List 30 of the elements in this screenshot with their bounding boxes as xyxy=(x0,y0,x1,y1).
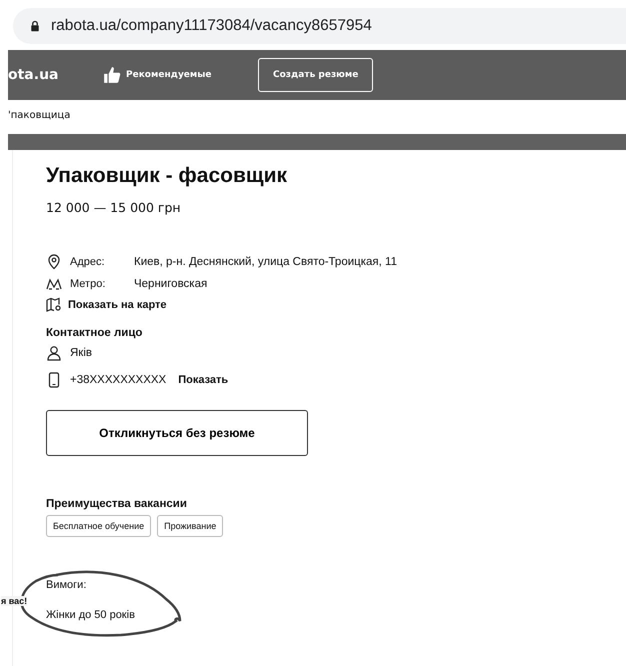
url-text: rabota.ua/company11173084/vacancy8657954 xyxy=(51,17,372,35)
side-note-text: я вас! xyxy=(1,596,28,606)
detail-value: Черниговская xyxy=(134,278,208,290)
detail-value: Киев, р-н. Деснянский, улица Свято-Троицкая, 11 xyxy=(134,256,397,268)
create-resume-button[interactable]: Создать резюме xyxy=(258,58,374,92)
benefits-heading: Преимущества вакансии xyxy=(46,498,188,510)
vacancy-title: Упаковщик - фасовщик xyxy=(46,164,288,188)
location-pin-icon xyxy=(46,254,62,270)
site-logo[interactable]: ota.ua xyxy=(8,67,103,83)
show-phone-link[interactable]: Показать xyxy=(178,374,228,386)
breadcrumb-link[interactable]: 'паковщица xyxy=(8,106,626,126)
lock-icon xyxy=(29,19,41,33)
phone-number: +38XXXXXXXXXX xyxy=(70,374,166,386)
benefit-tag: Проживание xyxy=(157,515,224,537)
person-icon xyxy=(46,344,62,360)
detail-label: Метро: xyxy=(70,278,106,290)
thumbs-up-icon xyxy=(103,66,121,84)
detail-label: Адрес: xyxy=(70,256,106,268)
address-bar[interactable]: rabota.ua/company11173084/vacancy8657954 xyxy=(13,8,626,44)
requirement-text: Жінки до 50 років xyxy=(46,609,136,621)
benefit-tag: Бесплатное обучение xyxy=(46,515,152,537)
phone-icon xyxy=(46,372,62,388)
contact-name: Яків xyxy=(70,346,92,358)
apply-button[interactable]: Откликнуться без резюме xyxy=(46,410,308,456)
recommended-link[interactable]: Рекомендуемые xyxy=(103,66,258,84)
salary-text: 12 000 — 15 000 грн xyxy=(46,200,182,215)
requirements-heading: Вимоги: xyxy=(46,579,88,591)
map-icon xyxy=(46,297,62,313)
contact-heading: Контактное лицо xyxy=(46,327,144,339)
map-link[interactable]: Показать на карте xyxy=(46,297,626,313)
